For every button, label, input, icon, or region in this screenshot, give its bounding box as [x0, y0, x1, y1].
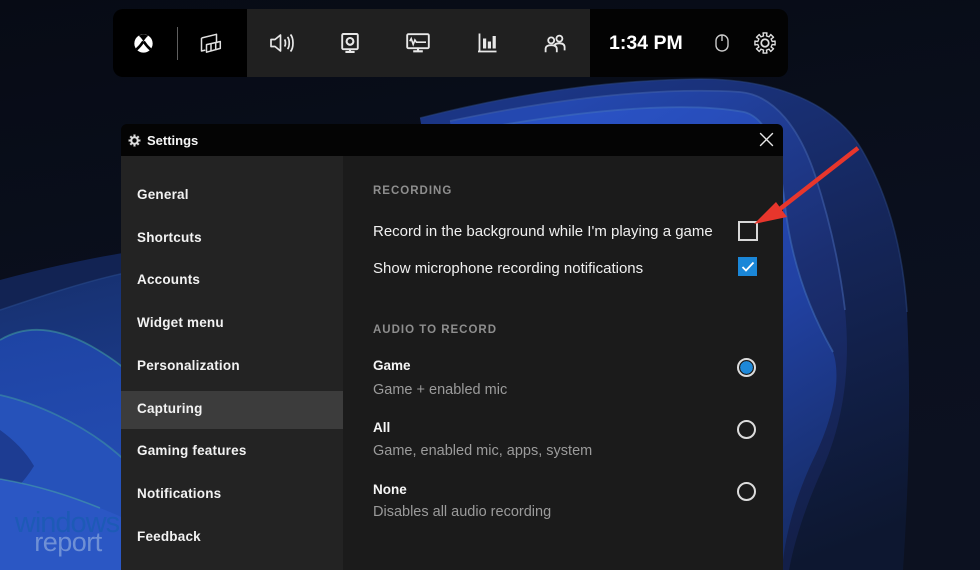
svg-text:report: report [34, 527, 103, 557]
